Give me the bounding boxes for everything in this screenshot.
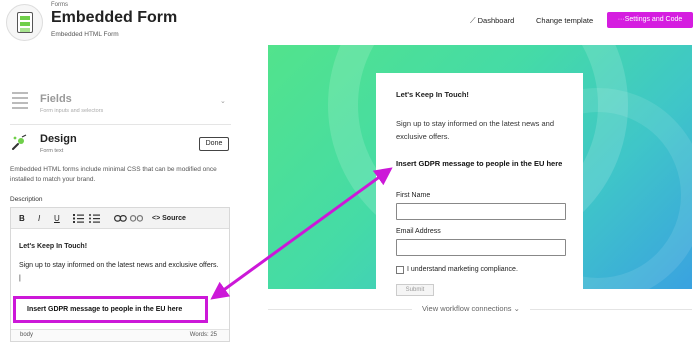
description-label: Description: [10, 196, 43, 203]
editor-body-text: Sign up to stay informed on the latest n…: [19, 262, 219, 282]
breadcrumb[interactable]: Forms: [51, 2, 68, 8]
view-workflow-connections-link[interactable]: View workflow connections ⌄: [412, 304, 530, 313]
gdpr-editor-text: Insert GDPR message to people in the EU …: [27, 306, 183, 313]
form-gdpr-message: Insert GDPR message to people in the EU …: [396, 159, 563, 168]
done-button[interactable]: Done: [199, 137, 229, 151]
word-count: Words: 25: [189, 332, 217, 338]
design-description: Embedded HTML forms include minimal CSS …: [10, 166, 217, 183]
trend-icon: ⟋: [470, 16, 476, 25]
numbered-list-icon[interactable]: [73, 214, 84, 225]
source-button[interactable]: <> Source: [152, 213, 186, 224]
bullet-list-icon[interactable]: [89, 214, 100, 225]
bold-button[interactable]: B: [19, 213, 25, 224]
email-label: Email Address: [396, 228, 441, 235]
page-subtitle: Embedded HTML Form: [51, 31, 119, 38]
submit-button[interactable]: Submit: [396, 284, 434, 296]
consent-checkbox[interactable]: [396, 266, 404, 274]
divider: [10, 124, 231, 125]
fields-section-subtitle: Form inputs and selectors: [40, 108, 104, 114]
settings-and-code-button[interactable]: ···Settings and Code: [607, 12, 693, 28]
first-name-field[interactable]: [396, 203, 566, 220]
fields-section-title[interactable]: Fields: [40, 93, 72, 105]
gdpr-editor-highlight[interactable]: Insert GDPR message to people in the EU …: [13, 296, 208, 323]
list-icon: [12, 92, 28, 109]
underline-button[interactable]: U: [54, 213, 60, 224]
consent-label: I understand marketing compliance.: [407, 266, 518, 273]
app-root: Forms Embedded Form Embedded HTML Form ⟋…: [0, 0, 700, 348]
italic-button[interactable]: I: [38, 213, 40, 224]
form-title: Let's Keep In Touch!: [396, 90, 469, 99]
change-template-link[interactable]: Change template: [536, 16, 593, 25]
first-name-label: First Name: [396, 192, 431, 199]
embedded-form-card: Let's Keep In Touch! Sign up to stay inf…: [376, 73, 583, 296]
dashboard-label: Dashboard: [477, 16, 515, 25]
dashboard-link[interactable]: ⟋ Dashboard: [470, 16, 514, 26]
editor-status-bar: body Words: 25: [11, 329, 229, 341]
paintbrush-icon: [12, 134, 27, 150]
chevron-down-icon[interactable]: ⌄: [220, 97, 226, 105]
design-section-title: Design: [40, 133, 77, 145]
source-label: Source: [162, 215, 186, 222]
editor-toolbar: B I U <> Source: [11, 208, 229, 229]
editor-heading: Let's Keep In Touch!: [19, 243, 88, 250]
form-intro: Sign up to stay informed on the latest n…: [396, 119, 555, 141]
email-field[interactable]: [396, 239, 566, 256]
editor-content[interactable]: Let's Keep In Touch! Sign up to stay inf…: [19, 240, 219, 285]
design-section-subtitle: Form text: [40, 148, 64, 154]
page-title: Embedded Form: [51, 9, 178, 26]
form-logo-icon: [6, 4, 43, 41]
link-icon[interactable]: [114, 215, 127, 226]
unlink-icon[interactable]: [130, 215, 143, 226]
code-icon: <>: [152, 215, 161, 222]
element-path[interactable]: body: [20, 332, 33, 338]
